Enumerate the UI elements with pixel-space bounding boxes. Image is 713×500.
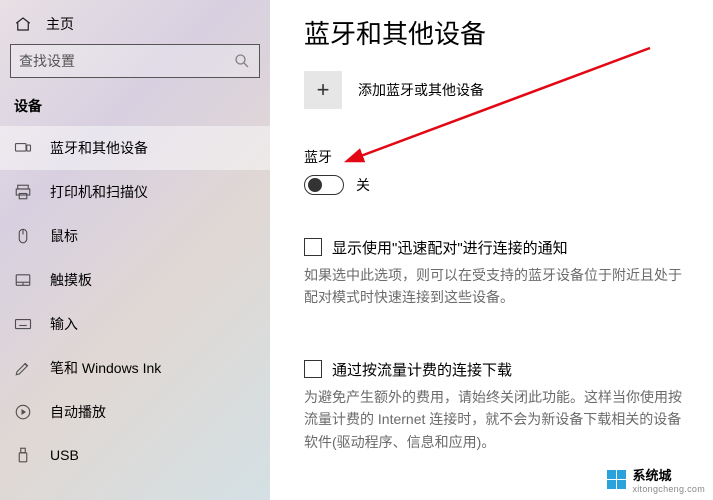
search-box[interactable] [10,44,260,78]
sidebar-item-bluetooth[interactable]: 蓝牙和其他设备 [0,126,270,170]
sidebar-item-mouse[interactable]: 鼠标 [0,214,270,258]
devices-icon [14,139,32,157]
home-icon [14,15,32,33]
sidebar: 主页 设备 蓝牙和其他设备 打印机和扫描仪 鼠标 触摸板 [0,0,270,500]
metered-description: 为避免产生额外的费用，请始终关闭此功能。这样当你使用按流量计费的 Interne… [304,386,684,453]
search-input[interactable] [19,53,233,69]
autoplay-icon [14,403,32,421]
printer-icon [14,183,32,201]
sidebar-item-printers[interactable]: 打印机和扫描仪 [0,170,270,214]
sidebar-item-label: 输入 [50,314,78,334]
page-title: 蓝牙和其他设备 [304,14,685,51]
usb-icon [14,446,32,464]
quick-pair-description: 如果选中此选项，则可以在受支持的蓝牙设备位于附近且处于配对模式时快速连接到这些设… [304,264,684,309]
add-device-label: 添加蓝牙或其他设备 [358,80,484,100]
sidebar-item-touchpad[interactable]: 触摸板 [0,258,270,302]
sidebar-item-label: 自动播放 [50,402,106,422]
metered-label: 通过按流量计费的连接下载 [332,359,512,380]
watermark-brand: 系统城 [632,465,705,484]
quick-pair-checkbox[interactable] [304,238,322,256]
quick-pair-label: 显示使用"迅速配对"进行连接的通知 [332,237,568,258]
home-link[interactable]: 主页 [0,8,270,44]
watermark-url: xitongcheng.com [632,484,705,494]
sidebar-item-label: 笔和 Windows Ink [50,358,161,378]
home-label: 主页 [46,14,74,34]
sidebar-item-usb[interactable]: USB [0,434,270,476]
sidebar-item-label: 打印机和扫描仪 [50,182,148,202]
keyboard-icon [14,315,32,333]
mouse-icon [14,227,32,245]
sidebar-item-label: 触摸板 [50,270,92,290]
sidebar-item-autoplay[interactable]: 自动播放 [0,390,270,434]
sidebar-item-pen[interactable]: 笔和 Windows Ink [0,346,270,390]
bluetooth-toggle-state: 关 [356,175,370,195]
sidebar-item-typing[interactable]: 输入 [0,302,270,346]
watermark-logo [607,470,626,489]
metered-checkbox[interactable] [304,360,322,378]
bluetooth-section-label: 蓝牙 [304,147,685,167]
pen-icon [14,359,32,377]
watermark: 系统城 xitongcheng.com [607,465,705,494]
plus-icon: + [304,71,342,109]
sidebar-item-label: 鼠标 [50,226,78,246]
add-device-button[interactable]: + 添加蓝牙或其他设备 [304,71,685,109]
sidebar-item-label: 蓝牙和其他设备 [50,138,148,158]
touchpad-icon [14,271,32,289]
main-content: 蓝牙和其他设备 + 添加蓝牙或其他设备 蓝牙 关 显示使用"迅速配对"进行连接的… [270,0,713,500]
bluetooth-toggle[interactable] [304,175,344,195]
category-label: 设备 [0,92,270,126]
search-icon [233,52,251,70]
search-container [0,44,270,92]
sidebar-item-label: USB [50,447,79,463]
